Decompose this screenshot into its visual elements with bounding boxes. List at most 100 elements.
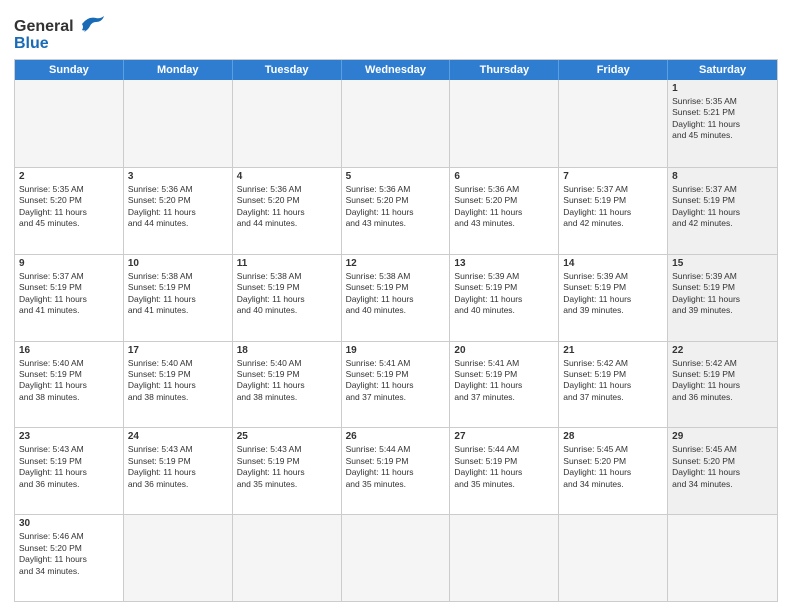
day-info: Sunrise: 5:38 AM Sunset: 5:19 PM Dayligh… [128, 271, 228, 317]
calendar-header: Sunday Monday Tuesday Wednesday Thursday… [15, 60, 777, 80]
day-info: Sunrise: 5:35 AM Sunset: 5:21 PM Dayligh… [672, 96, 773, 142]
calendar-cell: 16 Sunrise: 5:40 AM Sunset: 5:19 PM Dayli… [15, 342, 124, 428]
day-number: 9 [19, 258, 119, 269]
day-info: Sunrise: 5:35 AM Sunset: 5:20 PM Dayligh… [19, 184, 119, 230]
day-number: 2 [19, 171, 119, 182]
day-info: Sunrise: 5:41 AM Sunset: 5:19 PM Dayligh… [454, 358, 554, 404]
calendar-cell: 30 Sunrise: 5:46 AM Sunset: 5:20 PM Dayli… [15, 515, 124, 601]
calendar-cell: 23 Sunrise: 5:43 AM Sunset: 5:19 PM Dayli… [15, 428, 124, 514]
calendar-cell [559, 515, 668, 601]
calendar-cell: 24Sunrise: 5:43 AM Sunset: 5:19 PM Dayli… [124, 428, 233, 514]
day-number: 18 [237, 345, 337, 356]
calendar-cell [450, 80, 559, 167]
day-number: 13 [454, 258, 554, 269]
day-info: Sunrise: 5:38 AM Sunset: 5:19 PM Dayligh… [346, 271, 446, 317]
day-number: 8 [672, 171, 773, 182]
day-number: 26 [346, 431, 446, 442]
calendar-cell: 29 Sunrise: 5:45 AM Sunset: 5:20 PM Dayli… [668, 428, 777, 514]
header-tuesday: Tuesday [233, 60, 342, 80]
calendar-cell: 2 Sunrise: 5:35 AM Sunset: 5:20 PM Daylig… [15, 168, 124, 254]
day-info: Sunrise: 5:36 AM Sunset: 5:20 PM Dayligh… [237, 184, 337, 230]
calendar-cell [124, 80, 233, 167]
calendar-cell [15, 80, 124, 167]
day-info: Sunrise: 5:43 AM Sunset: 5:19 PM Dayligh… [19, 444, 119, 490]
calendar-cell: 28Sunrise: 5:45 AM Sunset: 5:20 PM Dayli… [559, 428, 668, 514]
day-info: Sunrise: 5:41 AM Sunset: 5:19 PM Dayligh… [346, 358, 446, 404]
logo-blue-text: Blue [14, 35, 49, 53]
day-number: 25 [237, 431, 337, 442]
calendar-cell [233, 515, 342, 601]
day-number: 21 [563, 345, 663, 356]
calendar-cell: 26Sunrise: 5:44 AM Sunset: 5:19 PM Dayli… [342, 428, 451, 514]
calendar-cell [342, 80, 451, 167]
calendar-cell: 19Sunrise: 5:41 AM Sunset: 5:19 PM Dayli… [342, 342, 451, 428]
calendar-cell: 3Sunrise: 5:36 AM Sunset: 5:20 PM Daylig… [124, 168, 233, 254]
day-info: Sunrise: 5:40 AM Sunset: 5:19 PM Dayligh… [237, 358, 337, 404]
day-info: Sunrise: 5:46 AM Sunset: 5:20 PM Dayligh… [19, 531, 119, 577]
day-info: Sunrise: 5:37 AM Sunset: 5:19 PM Dayligh… [563, 184, 663, 230]
day-number: 16 [19, 345, 119, 356]
day-info: Sunrise: 5:42 AM Sunset: 5:19 PM Dayligh… [563, 358, 663, 404]
calendar-cell: 25 Sunrise: 5:43 AM Sunset: 5:19 PM Dayli… [233, 428, 342, 514]
calendar-row-0: 1 Sunrise: 5:35 AM Sunset: 5:21 PM Daylig… [15, 80, 777, 167]
calendar-row-4: 23 Sunrise: 5:43 AM Sunset: 5:19 PM Dayli… [15, 427, 777, 514]
day-number: 28 [563, 431, 663, 442]
calendar-cell: 21 Sunrise: 5:42 AM Sunset: 5:19 PM Dayli… [559, 342, 668, 428]
calendar-cell: 27 Sunrise: 5:44 AM Sunset: 5:19 PM Dayli… [450, 428, 559, 514]
calendar-cell: 4 Sunrise: 5:36 AM Sunset: 5:20 PM Daylig… [233, 168, 342, 254]
calendar-row-5: 30 Sunrise: 5:46 AM Sunset: 5:20 PM Dayli… [15, 514, 777, 601]
header-friday: Friday [559, 60, 668, 80]
day-number: 30 [19, 518, 119, 529]
day-info: Sunrise: 5:44 AM Sunset: 5:19 PM Dayligh… [454, 444, 554, 490]
calendar-cell [342, 515, 451, 601]
calendar-cell: 7 Sunrise: 5:37 AM Sunset: 5:19 PM Daylig… [559, 168, 668, 254]
header-thursday: Thursday [450, 60, 559, 80]
day-number: 1 [672, 83, 773, 94]
day-info: Sunrise: 5:45 AM Sunset: 5:20 PM Dayligh… [672, 444, 773, 490]
calendar-cell [233, 80, 342, 167]
calendar-cell [450, 515, 559, 601]
calendar-cell: 14Sunrise: 5:39 AM Sunset: 5:19 PM Dayli… [559, 255, 668, 341]
day-number: 20 [454, 345, 554, 356]
calendar-cell [559, 80, 668, 167]
calendar-cell: 22 Sunrise: 5:42 AM Sunset: 5:19 PM Dayli… [668, 342, 777, 428]
calendar-row-3: 16 Sunrise: 5:40 AM Sunset: 5:19 PM Dayli… [15, 341, 777, 428]
header: General Blue [14, 10, 778, 53]
day-number: 7 [563, 171, 663, 182]
calendar-cell: 12 Sunrise: 5:38 AM Sunset: 5:19 PM Dayli… [342, 255, 451, 341]
day-number: 27 [454, 431, 554, 442]
day-info: Sunrise: 5:43 AM Sunset: 5:19 PM Dayligh… [128, 444, 228, 490]
logo: General Blue [14, 14, 106, 53]
day-number: 11 [237, 258, 337, 269]
day-number: 12 [346, 258, 446, 269]
calendar-cell: 5Sunrise: 5:36 AM Sunset: 5:20 PM Daylig… [342, 168, 451, 254]
calendar-cell: 1 Sunrise: 5:35 AM Sunset: 5:21 PM Daylig… [668, 80, 777, 167]
calendar-cell [124, 515, 233, 601]
calendar-cell: 13 Sunrise: 5:39 AM Sunset: 5:19 PM Dayli… [450, 255, 559, 341]
day-info: Sunrise: 5:42 AM Sunset: 5:19 PM Dayligh… [672, 358, 773, 404]
day-info: Sunrise: 5:39 AM Sunset: 5:19 PM Dayligh… [454, 271, 554, 317]
calendar-cell: 17 Sunrise: 5:40 AM Sunset: 5:19 PM Dayli… [124, 342, 233, 428]
day-info: Sunrise: 5:43 AM Sunset: 5:19 PM Dayligh… [237, 444, 337, 490]
day-info: Sunrise: 5:40 AM Sunset: 5:19 PM Dayligh… [128, 358, 228, 404]
day-info: Sunrise: 5:37 AM Sunset: 5:19 PM Dayligh… [19, 271, 119, 317]
calendar-row-1: 2 Sunrise: 5:35 AM Sunset: 5:20 PM Daylig… [15, 167, 777, 254]
header-saturday: Saturday [668, 60, 777, 80]
calendar-row-2: 9 Sunrise: 5:37 AM Sunset: 5:19 PM Daylig… [15, 254, 777, 341]
day-info: Sunrise: 5:37 AM Sunset: 5:19 PM Dayligh… [672, 184, 773, 230]
logo-general-text: General [14, 18, 74, 36]
day-number: 4 [237, 171, 337, 182]
day-number: 29 [672, 431, 773, 442]
logo-bird-icon [78, 14, 106, 39]
calendar-cell: 10 Sunrise: 5:38 AM Sunset: 5:19 PM Dayli… [124, 255, 233, 341]
day-number: 17 [128, 345, 228, 356]
calendar-cell: 20 Sunrise: 5:41 AM Sunset: 5:19 PM Dayli… [450, 342, 559, 428]
day-info: Sunrise: 5:39 AM Sunset: 5:19 PM Dayligh… [672, 271, 773, 317]
day-info: Sunrise: 5:40 AM Sunset: 5:19 PM Dayligh… [19, 358, 119, 404]
header-monday: Monday [124, 60, 233, 80]
day-number: 22 [672, 345, 773, 356]
day-info: Sunrise: 5:38 AM Sunset: 5:19 PM Dayligh… [237, 271, 337, 317]
day-number: 10 [128, 258, 228, 269]
day-number: 23 [19, 431, 119, 442]
day-number: 6 [454, 171, 554, 182]
